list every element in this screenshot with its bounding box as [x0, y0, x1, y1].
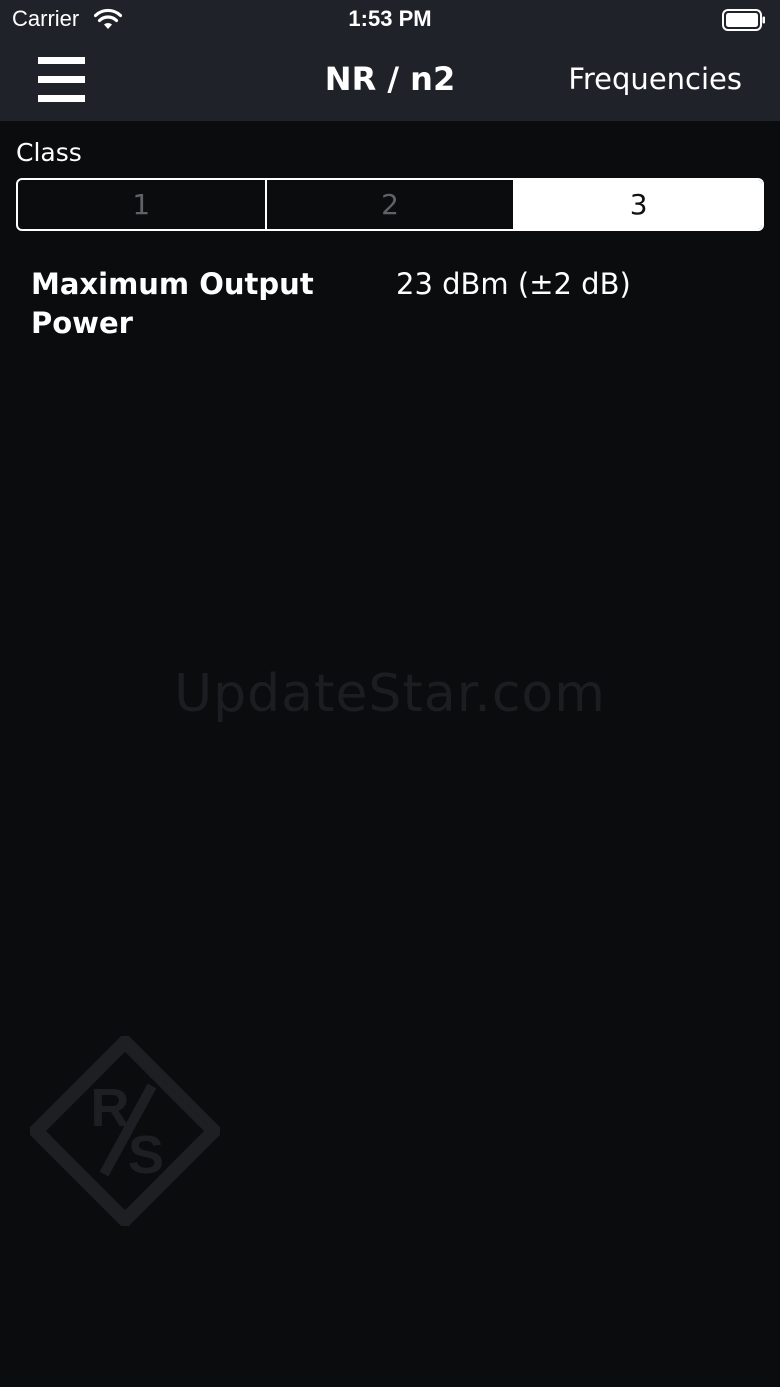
header: Carrier 1:53 PM NR / n2 Frequencies: [0, 0, 780, 121]
class-segment-2[interactable]: 2: [264, 180, 514, 229]
watermark-text: UpdateStar.com: [174, 664, 606, 724]
svg-text:S: S: [128, 1125, 164, 1185]
status-bar: Carrier 1:53 PM: [0, 0, 780, 40]
spec-label: Maximum Output Power: [31, 267, 314, 340]
status-time: 1:53 PM: [348, 6, 432, 31]
class-segment-1[interactable]: 1: [18, 180, 265, 229]
spec-value: 23 dBm (±2 dB): [396, 267, 631, 301]
class-label: Class: [16, 138, 82, 167]
class-segment-3[interactable]: 3: [513, 180, 762, 229]
screen: Carrier 1:53 PM NR / n2 Frequencies Clas…: [0, 0, 780, 1387]
battery-icon: [722, 9, 765, 31]
frequencies-button[interactable]: Frequencies: [568, 62, 742, 96]
rs-logo-icon: R S: [30, 1036, 220, 1226]
navigation-bar: NR / n2 Frequencies: [0, 40, 780, 121]
class-segmented-control: 1 2 3: [16, 178, 764, 231]
